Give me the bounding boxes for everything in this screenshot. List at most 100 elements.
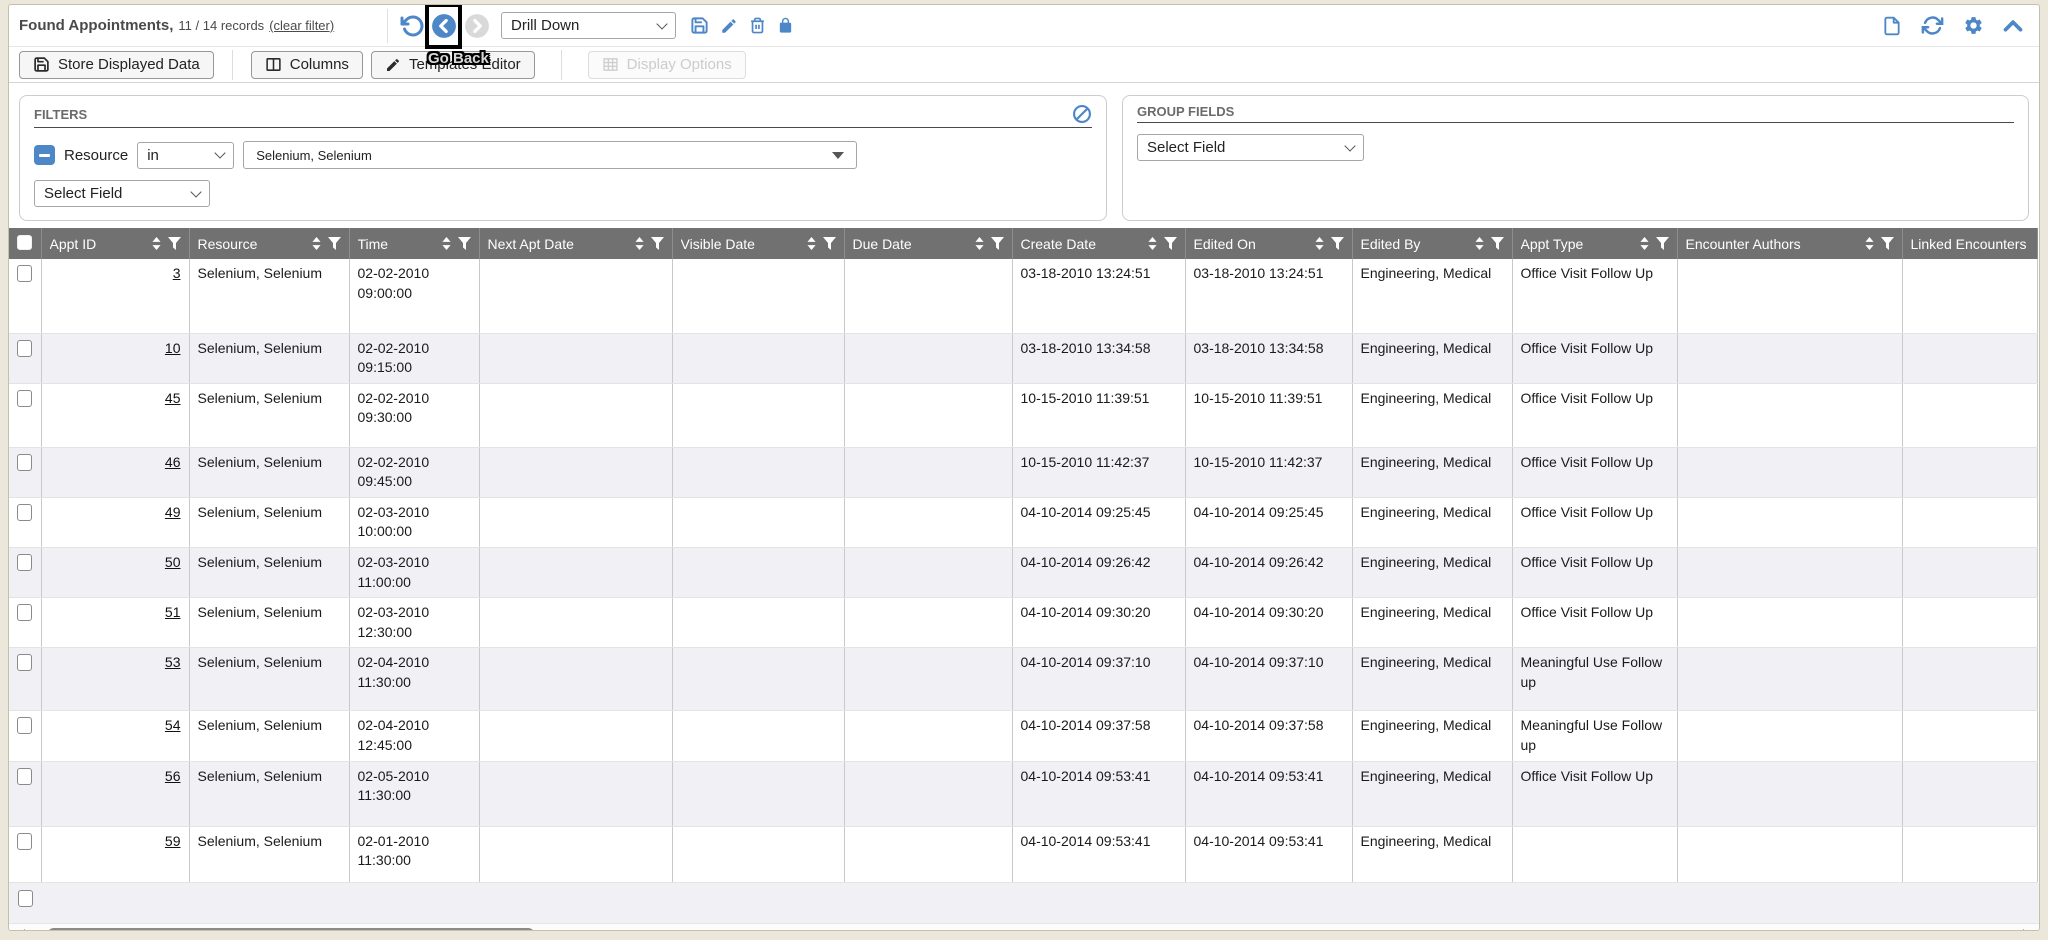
remove-filter-icon[interactable] [34,145,55,165]
filter-funnel-icon[interactable] [1491,237,1504,250]
row-checkbox[interactable] [17,768,32,785]
block-icon[interactable] [1072,104,1092,124]
scrollbar-thumb[interactable] [47,928,535,931]
table-cell [1902,259,2037,333]
row-checkbox[interactable] [17,454,32,471]
save-icon[interactable] [690,16,709,35]
appt-id-link[interactable]: 53 [165,654,181,670]
table-cell: 03-18-2010 13:24:51 [1185,259,1352,333]
column-header[interactable]: Edited On [1185,228,1352,259]
column-header[interactable]: Resource [189,228,349,259]
appt-id-link[interactable]: 54 [165,717,181,733]
appt-id-link[interactable]: 10 [165,340,181,356]
sort-icon[interactable] [635,237,644,250]
filter-value-select[interactable]: Selenium, Selenium [243,141,857,169]
lock-icon[interactable] [777,16,794,35]
delete-icon[interactable] [749,16,766,35]
table-cell: 49 [41,497,189,547]
column-header[interactable]: Appt ID [41,228,189,259]
appt-id-link[interactable]: 45 [165,390,181,406]
sort-icon[interactable] [1315,237,1324,250]
table-cell: 02-04-2010 12:45:00 [349,711,479,761]
history-select[interactable]: Drill Down [501,12,676,39]
row-checkbox[interactable] [17,604,32,621]
table-cell [672,761,844,826]
filter-funnel-icon[interactable] [1164,237,1177,250]
column-header[interactable]: Linked Encounters [1902,228,2037,259]
select-all-checkbox[interactable] [17,235,32,250]
appt-id-link[interactable]: 56 [165,768,181,784]
table-cell: 53 [41,648,189,711]
column-header[interactable]: Create Date [1012,228,1185,259]
sort-icon[interactable] [1148,237,1157,250]
filter-funnel-icon[interactable] [328,237,341,250]
filter-funnel-icon[interactable] [823,237,836,250]
sort-icon[interactable] [975,237,984,250]
refresh-icon[interactable] [1921,15,1944,36]
store-displayed-data-button[interactable]: Store Displayed Data [19,51,214,79]
table-cell: 04-10-2014 09:53:41 [1185,761,1352,826]
appt-id-link[interactable]: 59 [165,833,181,849]
column-header[interactable]: Encounter Authors [1677,228,1902,259]
row-checkbox[interactable] [17,390,32,407]
filter-funnel-icon[interactable] [1331,237,1344,250]
clear-filter-link[interactable]: (clear filter) [269,18,334,33]
row-checkbox[interactable] [17,833,32,850]
display-options-button[interactable]: Display Options [588,51,746,79]
table-cell: 03-18-2010 13:34:58 [1185,333,1352,383]
appt-id-link[interactable]: 49 [165,504,181,520]
appt-id-link[interactable]: 46 [165,454,181,470]
row-checkbox[interactable] [17,504,32,521]
filter-operator-select[interactable]: in [137,142,234,169]
table-cell [479,826,672,882]
filter-funnel-icon[interactable] [458,237,471,250]
horizontal-scrollbar[interactable] [9,923,2039,931]
table-row: 59Selenium, Selenium02-01-2010 11:30:000… [9,826,2037,882]
filter-funnel-icon[interactable] [1656,237,1669,250]
go-forward-icon[interactable] [464,13,490,39]
column-header[interactable]: Due Date [844,228,1012,259]
row-checkbox[interactable] [17,717,32,734]
column-header[interactable]: Time [349,228,479,259]
table-cell: 03-18-2010 13:24:51 [1012,259,1185,333]
collapse-chevron-icon[interactable] [2003,18,2023,33]
filter-funnel-icon[interactable] [991,237,1004,250]
appt-id-link[interactable]: 50 [165,554,181,570]
sort-icon[interactable] [1475,237,1484,250]
appt-id-link[interactable]: 3 [173,265,181,281]
table-cell: 02-02-2010 09:30:00 [349,383,479,447]
sort-icon[interactable] [1865,237,1874,250]
go-back-icon[interactable] [431,13,457,39]
sort-icon[interactable] [807,237,816,250]
sort-icon[interactable] [312,237,321,250]
table-cell [844,598,1012,648]
scroll-left-icon[interactable] [16,929,25,931]
sort-icon[interactable] [1640,237,1649,250]
sort-icon[interactable] [442,237,451,250]
history-select-value: Drill Down [511,17,579,34]
filter-funnel-icon[interactable] [168,237,181,250]
row-checkbox[interactable] [17,265,32,282]
appt-id-link[interactable]: 51 [165,604,181,620]
settings-gear-icon[interactable] [1963,15,1984,36]
edit-icon[interactable] [720,17,738,35]
footer-row-checkbox[interactable] [18,890,33,907]
column-header[interactable]: Edited By [1352,228,1512,259]
filter-funnel-icon[interactable] [651,237,664,250]
sort-icon[interactable] [152,237,161,250]
column-header[interactable]: Visible Date [672,228,844,259]
row-checkbox[interactable] [17,340,32,357]
column-header[interactable]: Next Apt Date [479,228,672,259]
column-header[interactable]: Appt Type [1512,228,1677,259]
column-label: Edited By [1361,236,1468,252]
undo-icon[interactable] [400,14,424,38]
filter-funnel-icon[interactable] [1881,237,1894,250]
row-checkbox[interactable] [17,654,32,671]
group-field-select[interactable]: Select Field [1137,134,1364,161]
row-checkbox[interactable] [17,554,32,571]
columns-button[interactable]: Columns [251,51,363,79]
scroll-right-icon[interactable] [2023,929,2032,931]
table-row: 51Selenium, Selenium02-03-2010 12:30:000… [9,598,2037,648]
new-document-icon[interactable] [1882,15,1902,37]
add-filter-field-select[interactable]: Select Field [34,180,210,207]
